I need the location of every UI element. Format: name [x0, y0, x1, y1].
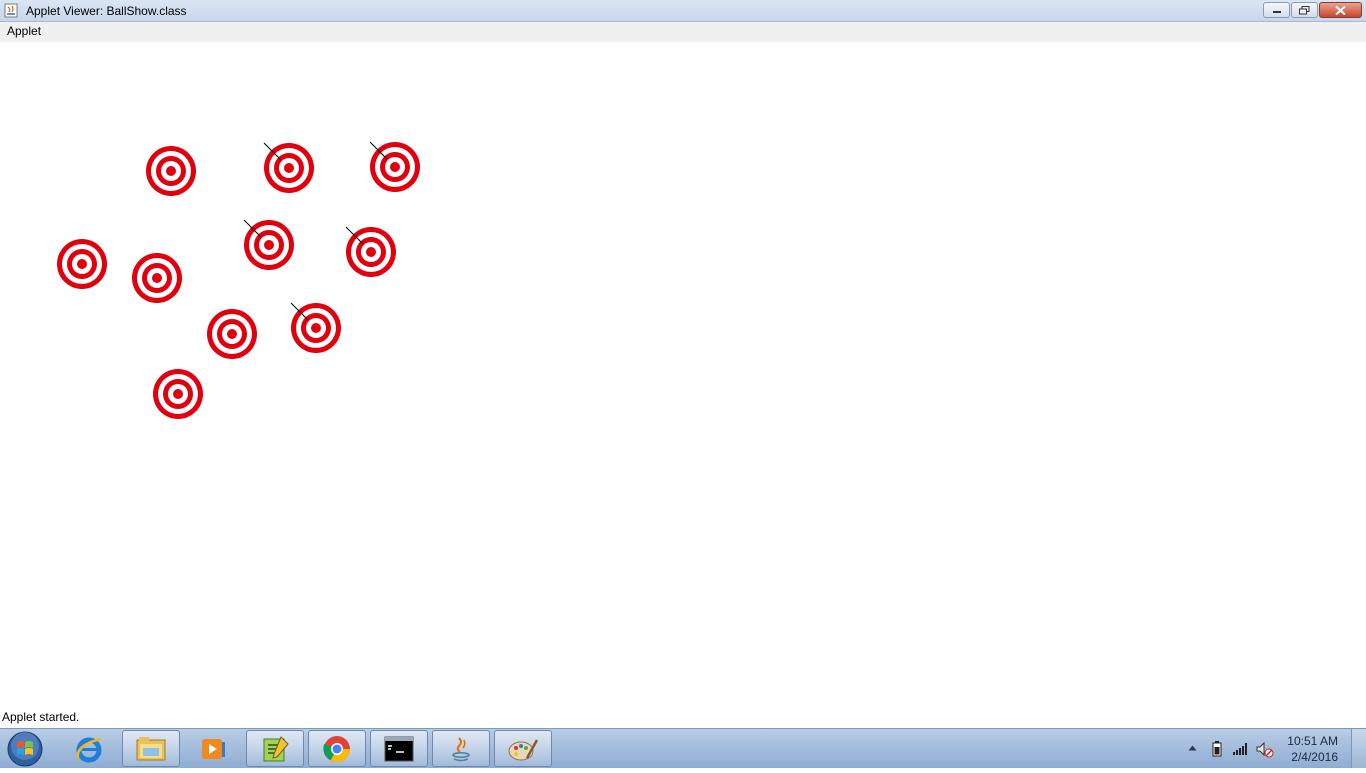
paint-icon — [508, 738, 539, 760]
close-icon — [1335, 5, 1346, 15]
show-hidden-icons-icon[interactable] — [1188, 745, 1197, 751]
target-ball — [57, 239, 107, 289]
clock-date: 2/4/2016 — [1291, 750, 1338, 764]
windows-start-icon — [7, 731, 43, 767]
applet-canvas[interactable] — [0, 42, 1366, 707]
target-ball — [243, 219, 294, 270]
internet-explorer-icon — [76, 737, 102, 762]
target-ball — [153, 369, 203, 419]
ball-layer — [57, 141, 420, 419]
menu-applet[interactable]: Applet — [7, 24, 41, 38]
close-button[interactable] — [1319, 2, 1362, 18]
taskbar-media-player[interactable] — [184, 730, 242, 767]
taskbar-chrome[interactable] — [308, 730, 366, 767]
clock-time: 10:51 AM — [1287, 734, 1338, 748]
taskbar: 10:51 AM 2/4/2016 — [0, 728, 1366, 768]
target-ball — [290, 302, 341, 353]
taskbar-command-prompt[interactable] — [370, 730, 428, 767]
status-text: Applet started. — [2, 710, 80, 724]
battery-icon[interactable] — [1212, 741, 1222, 757]
show-desktop-button[interactable] — [1351, 729, 1366, 768]
window-title: Applet Viewer: BallShow.class — [26, 4, 187, 18]
command-prompt-icon — [384, 736, 414, 761]
restore-button[interactable] — [1291, 2, 1318, 18]
media-player-icon — [202, 738, 225, 759]
taskbar-paint[interactable] — [494, 730, 552, 767]
target-ball — [207, 309, 257, 359]
file-explorer-icon — [136, 736, 166, 760]
target-ball — [146, 146, 196, 196]
taskbar-java[interactable] — [432, 730, 490, 767]
start-button[interactable] — [4, 730, 46, 768]
taskbar-clock[interactable]: 10:51 AM 2/4/2016 — [1268, 733, 1338, 765]
taskbar-notepad-plus-plus[interactable] — [246, 730, 304, 767]
chrome-icon — [323, 735, 351, 762]
menu-bar: Applet — [0, 22, 1366, 42]
restore-icon — [1299, 5, 1310, 14]
target-ball — [345, 226, 396, 277]
notepad-plus-plus-icon — [263, 735, 289, 761]
minimize-button[interactable] — [1263, 2, 1290, 18]
notification-area — [1180, 729, 1280, 769]
target-ball — [132, 253, 182, 303]
java-icon — [452, 736, 470, 761]
minimize-icon — [1272, 11, 1281, 13]
taskbar-internet-explorer[interactable] — [60, 730, 118, 767]
target-ball — [263, 142, 314, 193]
network-signal-icon[interactable] — [1233, 742, 1249, 756]
window-title-bar[interactable]: Applet Viewer: BallShow.class — [0, 0, 1366, 22]
java-applet-icon — [4, 3, 18, 18]
taskbar-file-explorer[interactable] — [122, 730, 180, 767]
target-ball — [369, 141, 420, 192]
window-controls — [1262, 2, 1362, 19]
